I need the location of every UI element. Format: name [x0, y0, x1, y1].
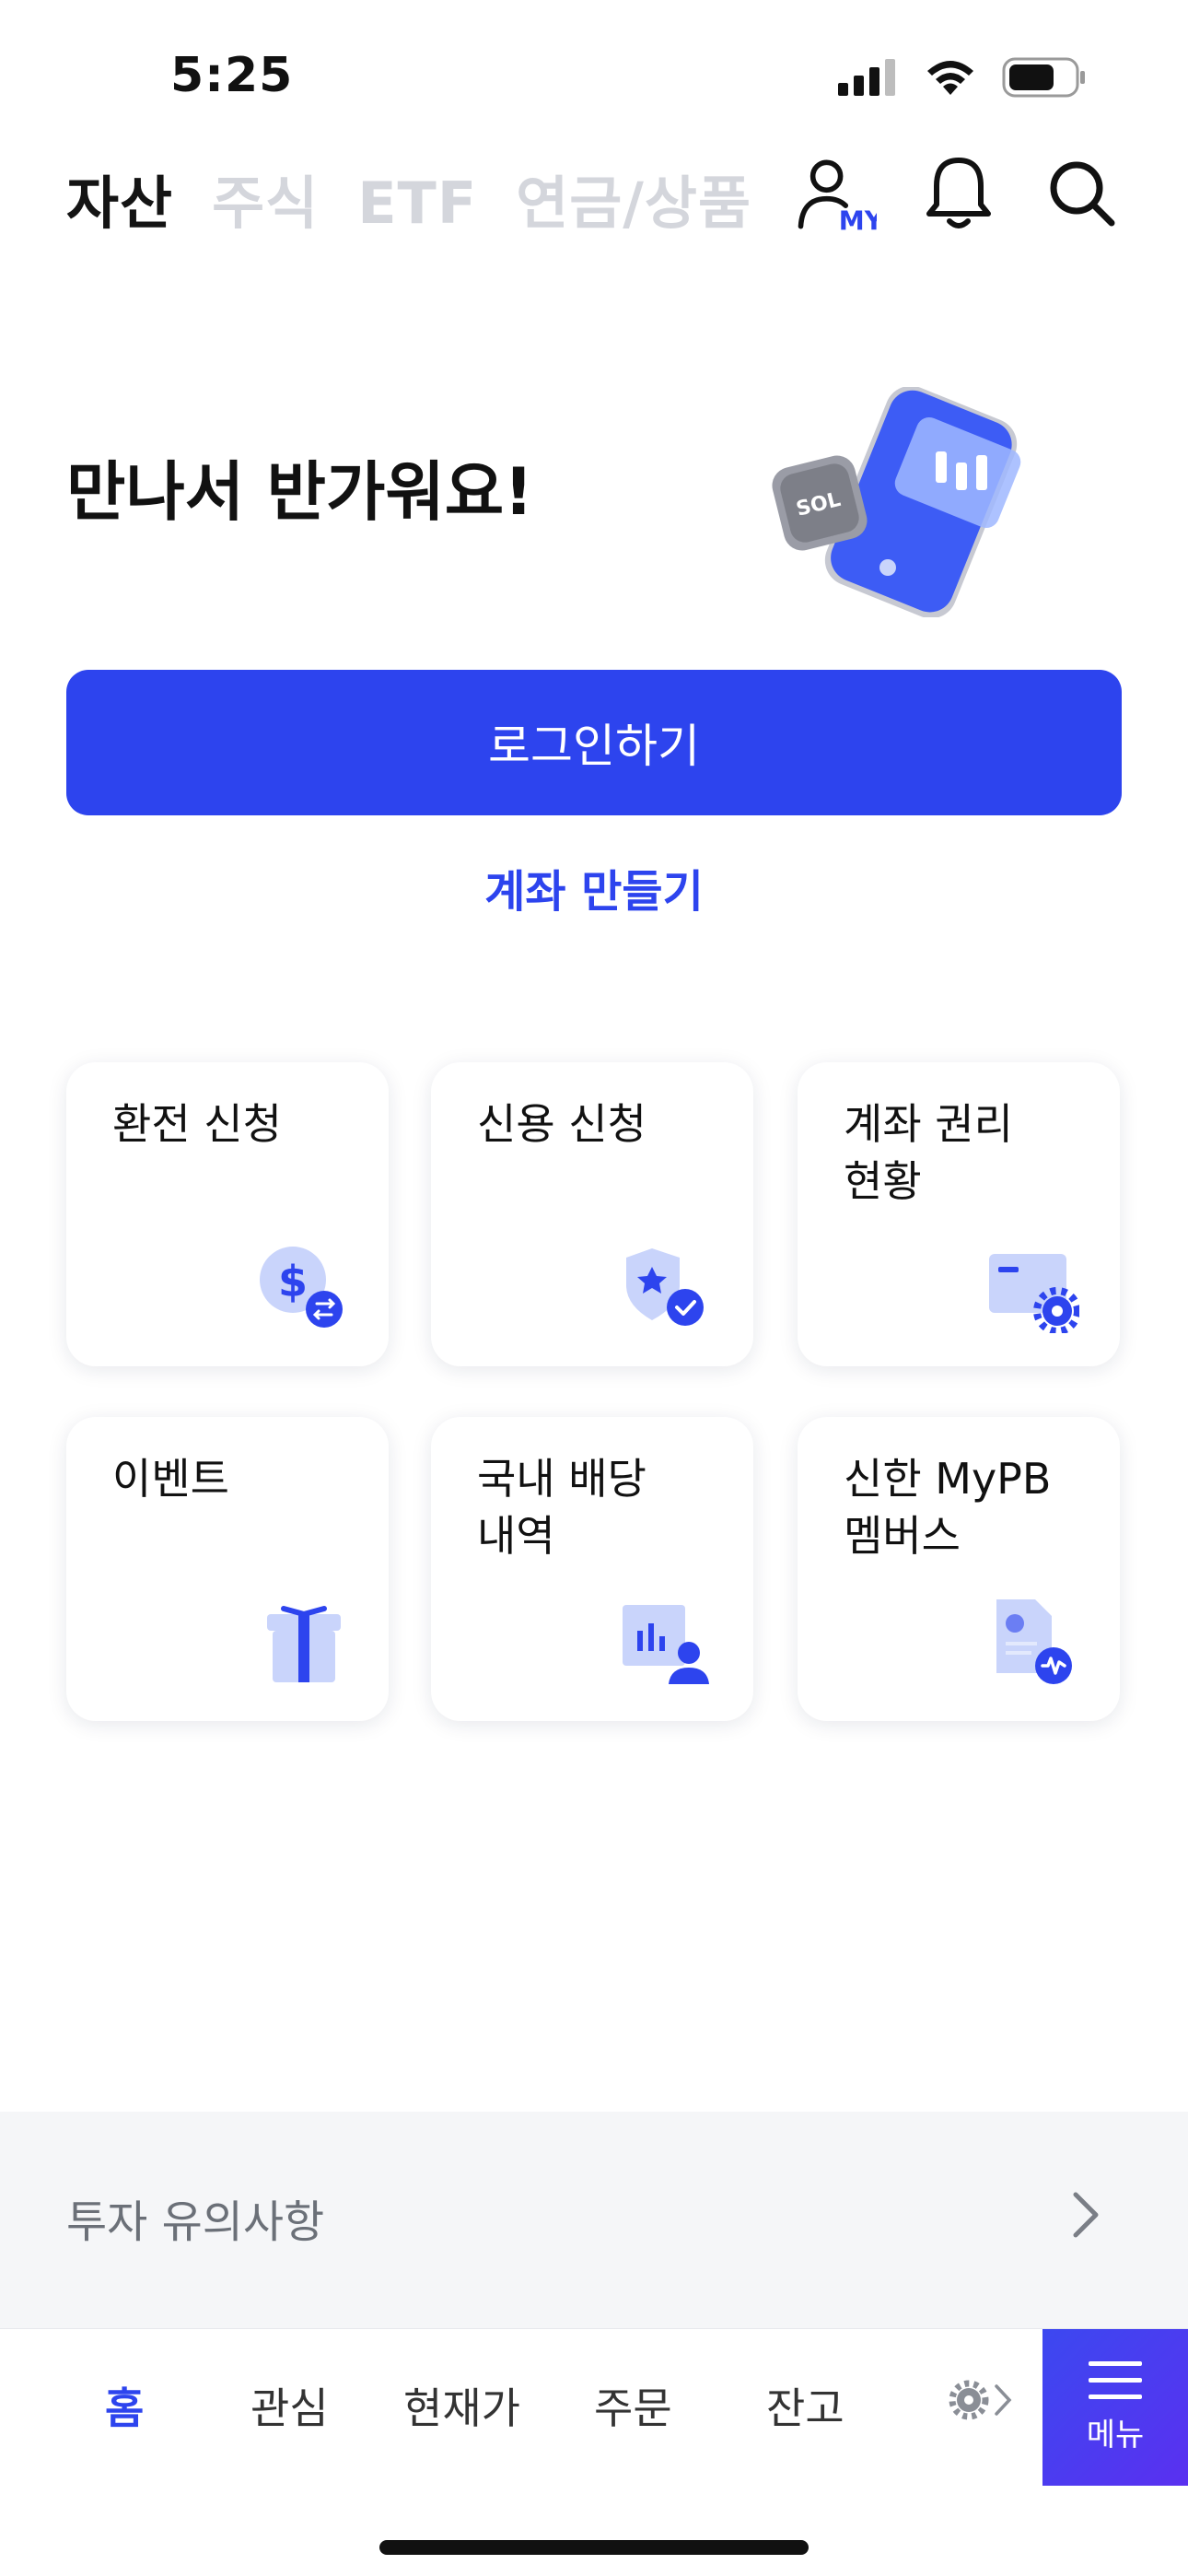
phone-chart-illustration: SOL: [772, 387, 1021, 617]
my-profile-button[interactable]: MY: [794, 147, 877, 240]
mypb-document-icon: [996, 1599, 1072, 1684]
nav-current-price[interactable]: 현재가: [403, 2375, 520, 2436]
my-profile-icon: MY: [798, 159, 877, 236]
card-title: 계좌 권리 현황: [844, 1099, 1013, 1206]
investment-notice-label: 투자 유의사항: [66, 2196, 325, 2248]
card-title: 국내 배당 내역: [477, 1454, 646, 1561]
account-settings-icon: [989, 1254, 1079, 1333]
nav-home[interactable]: 홈: [105, 2375, 144, 2436]
gift-icon: [267, 1606, 341, 1682]
bell-icon: [926, 158, 991, 228]
login-button[interactable]: 로그인하기: [66, 670, 1122, 815]
card-currency-exchange[interactable]: 환전 신청 $: [66, 1062, 389, 1366]
chevron-right-icon: [1073, 2192, 1099, 2238]
card-events[interactable]: 이벤트: [66, 1417, 389, 1721]
nav-watchlist[interactable]: 관심: [250, 2375, 329, 2436]
investment-notice-row[interactable]: 투자 유의사항: [0, 2112, 1188, 2328]
credit-shield-icon: [626, 1248, 704, 1326]
status-bar: 5:25: [0, 0, 1188, 138]
bottom-nav: 홈 관심 현재가 주문 잔고 메뉴: [0, 2328, 1188, 2486]
nav-settings-more[interactable]: [949, 2380, 1013, 2420]
gear-icon: [949, 2380, 989, 2420]
dividend-chart-icon: [623, 1605, 709, 1684]
menu-label: 메뉴: [1086, 2416, 1145, 2453]
card-title: 환전 신청: [112, 1099, 282, 1149]
card-shinhan-mypb-members[interactable]: 신한 MyPB 멤버스: [798, 1417, 1120, 1721]
top-nav: 자산 주식 ETF 연금/상품 MY: [0, 147, 1188, 249]
card-title: 신용 신청: [477, 1099, 646, 1149]
status-time: 5:25: [170, 48, 294, 103]
wifi-icon: [927, 61, 973, 95]
home-indicator: [379, 2540, 809, 2555]
top-tabs: 자산 주식 ETF 연금/상품: [66, 157, 751, 240]
nav-balance[interactable]: 잔고: [766, 2375, 844, 2436]
svg-text:MY: MY: [839, 205, 877, 236]
card-domestic-dividends[interactable]: 국내 배당 내역: [431, 1417, 753, 1721]
battery-icon: [1002, 57, 1085, 98]
notification-button[interactable]: [917, 147, 1000, 240]
chevron-right-icon: [995, 2384, 1012, 2416]
card-account-rights-status[interactable]: 계좌 권리 현황: [798, 1062, 1120, 1366]
currency-exchange-icon: $: [260, 1247, 343, 1328]
tab-etf[interactable]: ETF: [357, 170, 477, 237]
card-title: 신한 MyPB 멤버스: [844, 1454, 1052, 1561]
create-account-link[interactable]: 계좌 만들기: [0, 855, 1188, 919]
search-icon: [1050, 161, 1115, 227]
menu-button[interactable]: 메뉴: [1042, 2329, 1188, 2486]
welcome-title: 만나서 반가워요!: [66, 454, 534, 530]
hamburger-icon: [1089, 2360, 1142, 2399]
tab-stocks[interactable]: 주식: [212, 157, 319, 240]
search-button[interactable]: [1041, 147, 1124, 240]
svg-text:$: $: [278, 1257, 308, 1306]
nav-order[interactable]: 주문: [594, 2375, 672, 2436]
cellular-signal-icon: [838, 59, 895, 96]
tab-pension-products[interactable]: 연금/상품: [516, 157, 751, 240]
card-title: 이벤트: [112, 1454, 229, 1504]
top-nav-icons: MY: [794, 147, 1124, 240]
tab-assets[interactable]: 자산: [66, 157, 173, 240]
card-credit-application[interactable]: 신용 신청: [431, 1062, 753, 1366]
status-icons: [838, 57, 1087, 98]
